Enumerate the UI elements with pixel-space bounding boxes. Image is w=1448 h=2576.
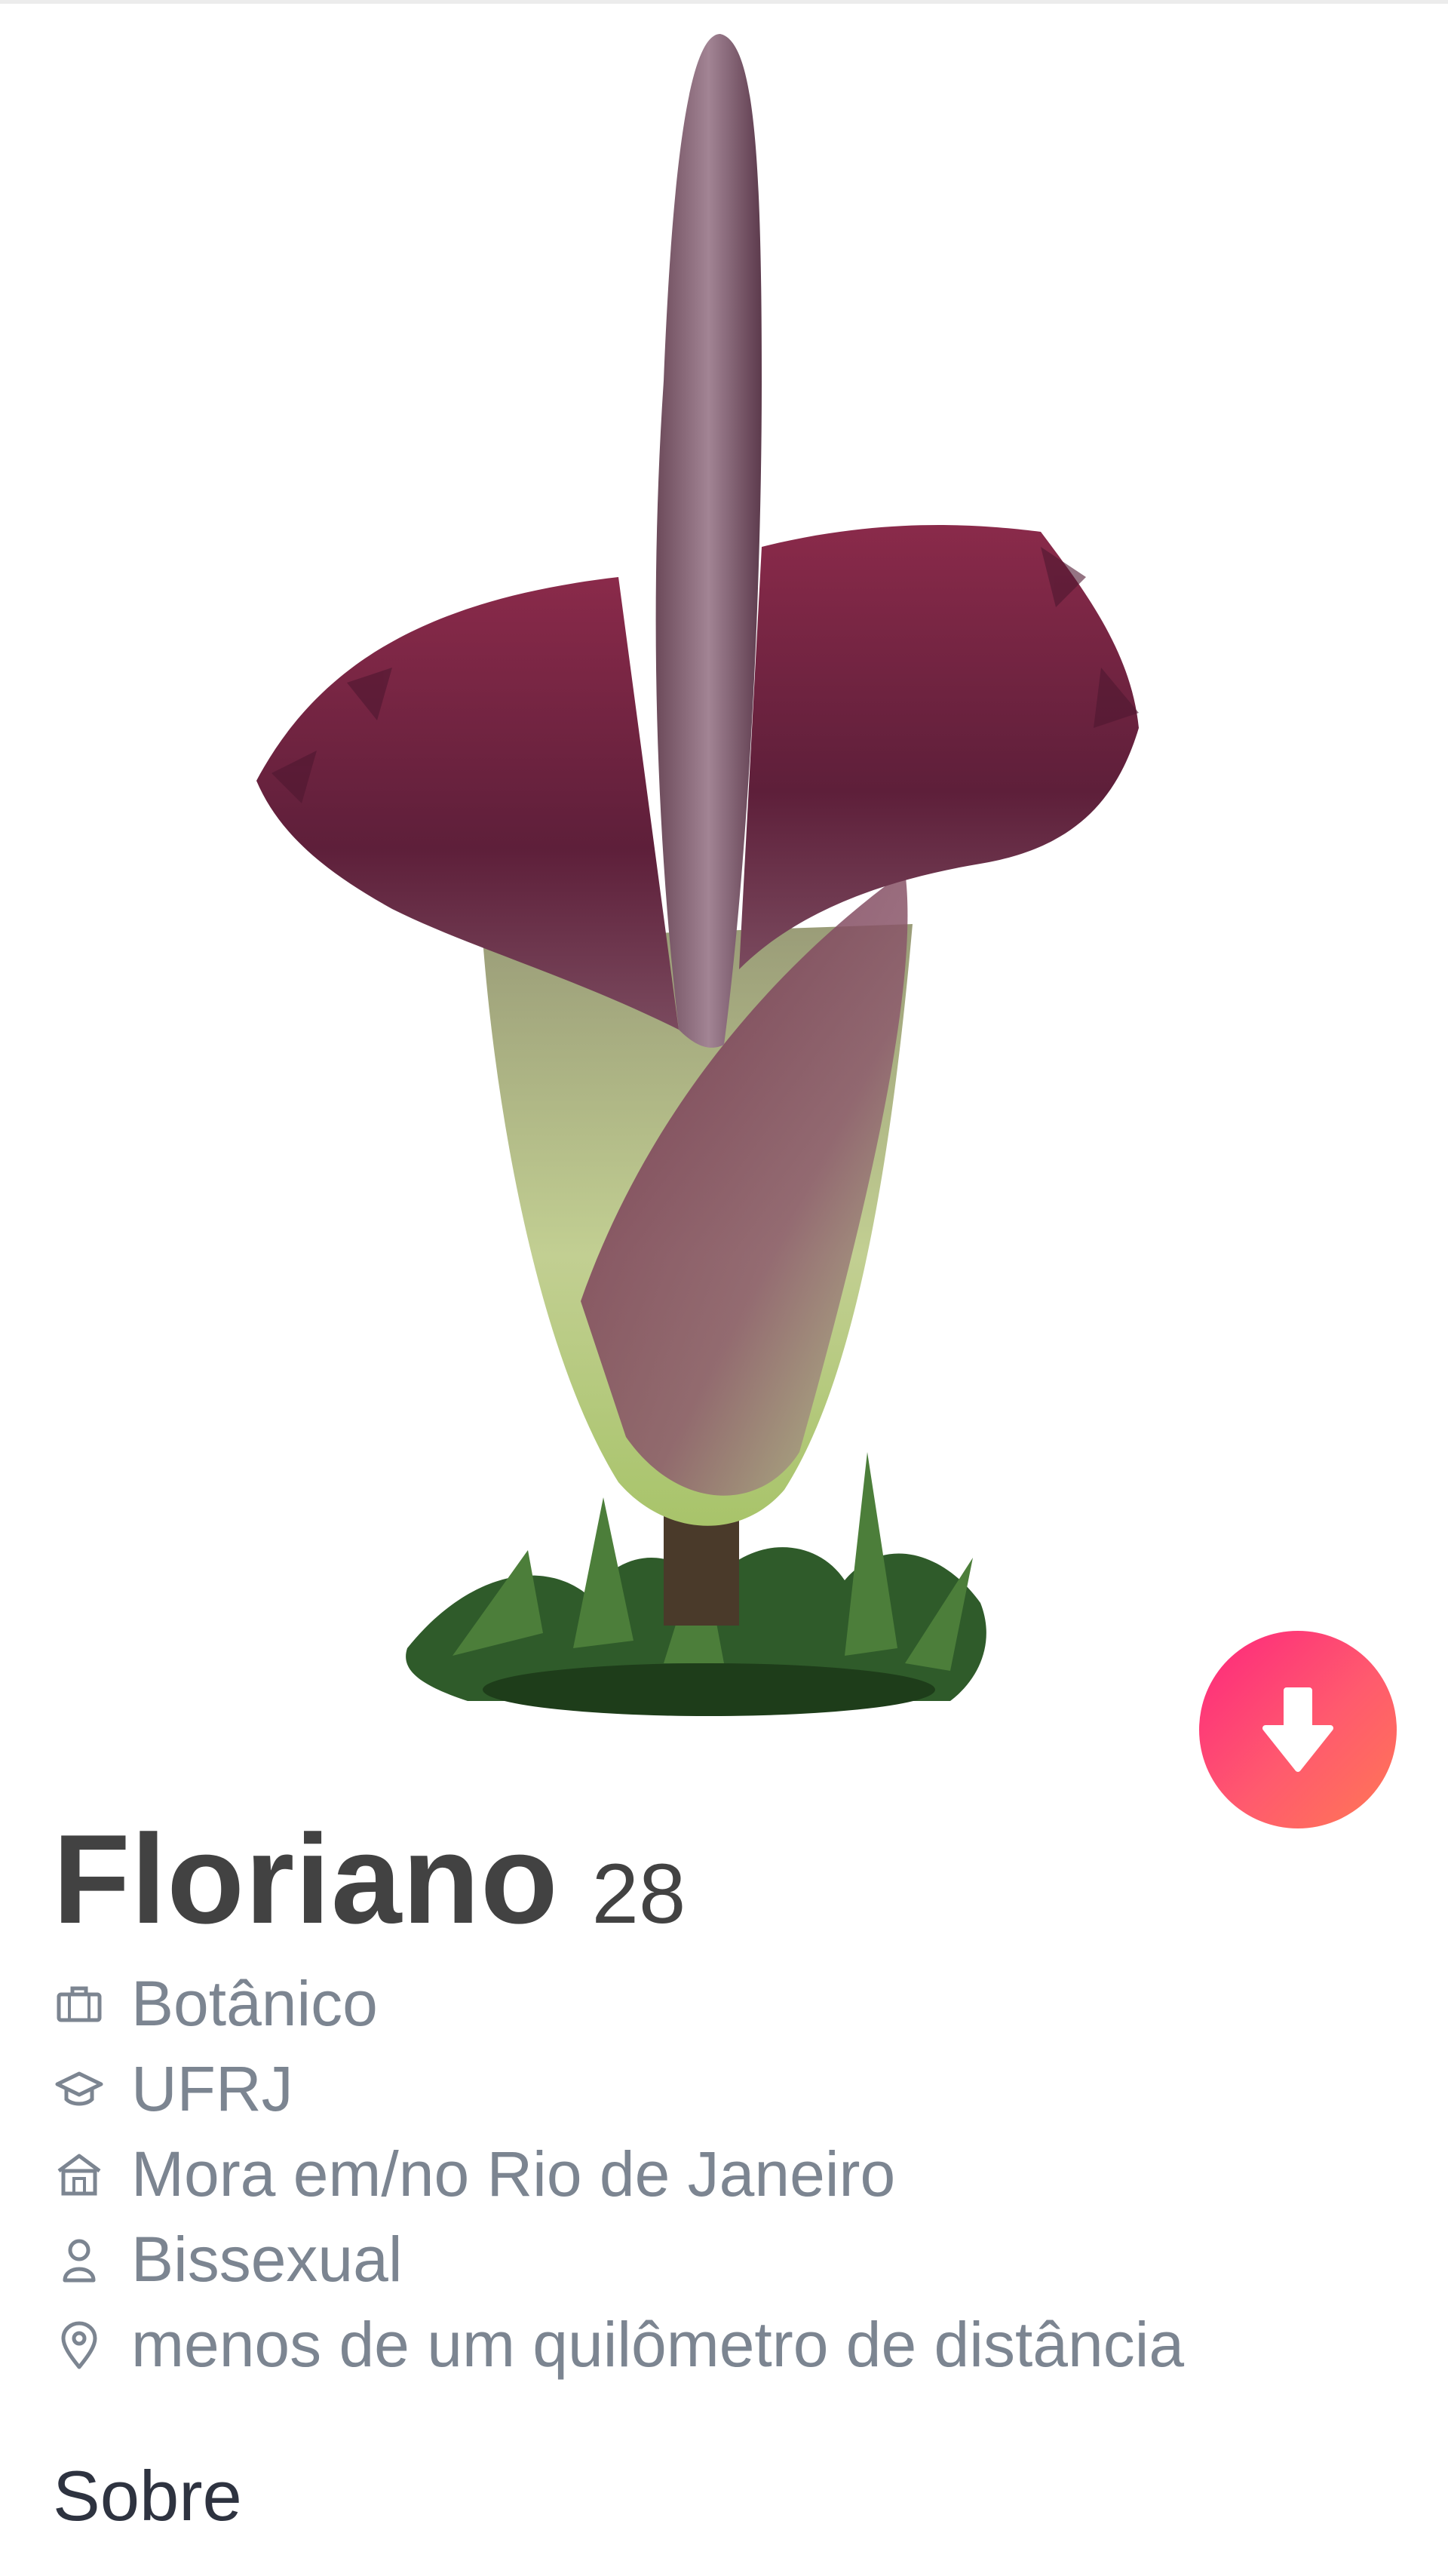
detail-distance: menos de um quilômetro de distância — [53, 2302, 1395, 2387]
detail-orientation: Bissexual — [53, 2217, 1395, 2302]
profile-info: Floriano 28 Botânico UFRJ Mora em/no Rio… — [53, 1807, 1395, 2387]
detail-residence-text: Mora em/no Rio de Janeiro — [131, 2138, 896, 2209]
about-section-title: Sobre — [53, 2456, 242, 2535]
detail-job: Botânico — [53, 1961, 1395, 2046]
person-icon — [53, 2234, 106, 2286]
briefcase-icon — [53, 1978, 106, 2031]
profile-age: 28 — [591, 1847, 686, 1941]
profile-name: Floriano — [53, 1808, 559, 1950]
location-pin-icon — [53, 2319, 106, 2372]
name-age-row: Floriano 28 — [53, 1807, 1395, 1957]
detail-residence: Mora em/no Rio de Janeiro — [53, 2132, 1395, 2217]
profile-details: Botânico UFRJ Mora em/no Rio de Janeiro — [53, 1961, 1395, 2387]
corpse-flower-illustration — [256, 34, 1139, 1716]
detail-school-text: UFRJ — [131, 2053, 293, 2124]
graduation-cap-icon — [53, 2063, 106, 2116]
detail-job-text: Botânico — [131, 1968, 378, 2039]
detail-school: UFRJ — [53, 2046, 1395, 2132]
detail-orientation-text: Bissexual — [131, 2224, 403, 2295]
home-icon — [53, 2148, 106, 2201]
profile-photo[interactable] — [0, 4, 1448, 1754]
arrow-down-icon — [1262, 1687, 1333, 1772]
detail-distance-text: menos de um quilômetro de distância — [131, 2309, 1185, 2380]
collapse-profile-button[interactable] — [1199, 1631, 1397, 1828]
